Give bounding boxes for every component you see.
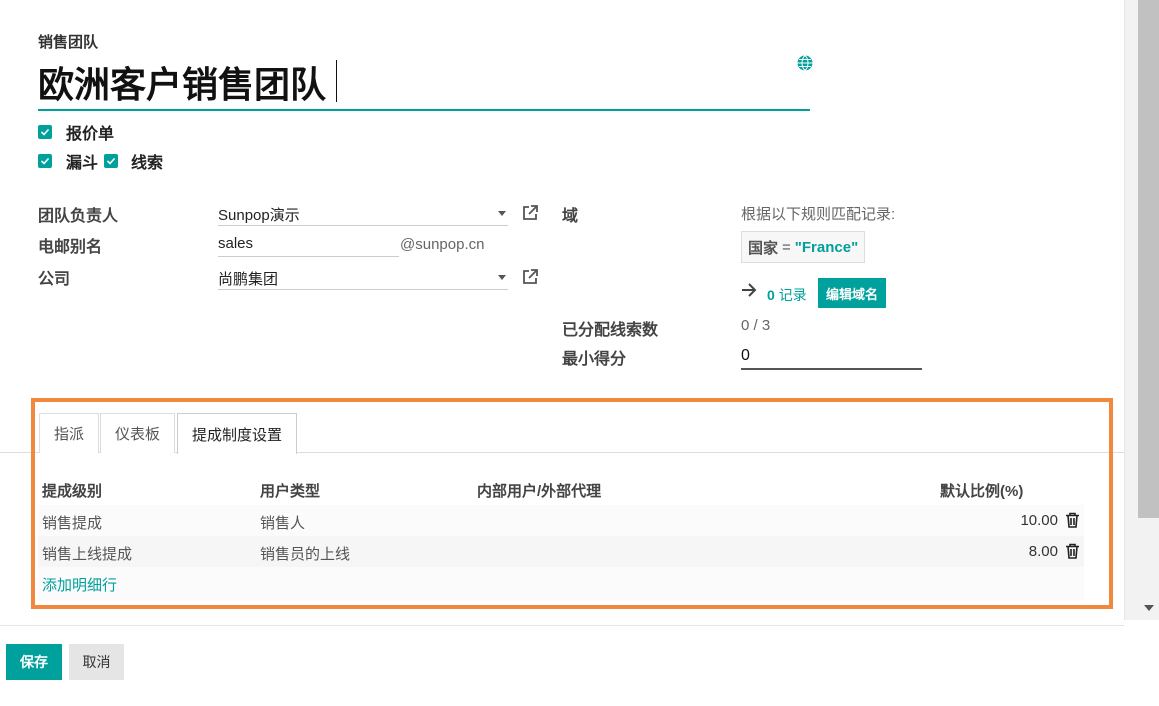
alias-domain: @sunpop.cn [400,236,485,253]
cell-ratio: 8.00 [1028,543,1058,560]
cancel-button[interactable]: 取消 [69,644,124,680]
tab-dashboard[interactable]: 仪表板 [100,413,176,453]
column-header-ratio[interactable]: 默认比例(%) [940,480,1023,501]
checkbox-row-pipeline: 漏斗 线索 [38,149,163,173]
assigned-leads-label: 已分配线索数 [562,322,659,339]
trash-icon[interactable] [1065,543,1080,559]
domain-operator: = [782,238,791,256]
external-link-icon[interactable] [521,204,539,222]
domain-rule: 国家 = "France" [741,231,866,263]
leader-select[interactable]: Sunpop演示 [218,201,508,226]
check-icon [106,157,116,165]
save-button[interactable]: 保存 [6,644,62,680]
min-score-label: 最小得分 [562,351,627,368]
column-header-agent[interactable]: 内部用户/外部代理 [477,480,601,501]
domain-label: 域 [562,208,579,225]
quotations-checkbox[interactable] [38,125,52,139]
assigned-leads-value: 0 / 3 [741,317,771,334]
checkbox-row-quotations: 报价单 [38,120,114,144]
leader-label: 团队负责人 [38,208,119,225]
text-cursor [336,60,337,102]
cell-level: 销售上线提成 [42,546,133,563]
globe-icon[interactable] [797,55,813,71]
add-line-link[interactable]: 添加明细行 [42,574,117,595]
cell-user-type: 销售员的上线 [260,546,351,563]
records-label: 记录 [778,287,807,303]
domain-field: 国家 [748,239,779,257]
domain-rule-text: 根据以下规则匹配记录: [741,206,896,223]
check-icon [40,157,50,165]
table-row[interactable]: 销售提成 销售人 10.00 [38,505,1084,536]
alias-value: sales [218,235,254,252]
records-count: 0 [767,287,775,303]
scrollbar-thumb[interactable] [1138,0,1159,518]
cell-ratio: 10.00 [1020,512,1058,529]
leads-label: 线索 [131,155,164,172]
edit-domain-button[interactable]: 编辑域名 [818,278,887,308]
title-underline [38,109,810,111]
scroll-down-arrow[interactable] [1144,605,1154,611]
table-row[interactable]: 销售上线提成 销售员的上线 8.00 [38,536,1084,567]
company-select[interactable]: 尚鹏集团 [218,265,508,290]
chevron-down-icon [498,275,506,280]
table-row-add [38,567,1084,601]
check-icon [40,128,50,136]
pipeline-checkbox[interactable] [38,154,52,168]
tab-commission-settings[interactable]: 提成制度设置 [177,413,298,454]
column-header-user-type[interactable]: 用户类型 [260,480,320,501]
team-name-input[interactable]: 欧洲客户销售团队 [38,56,326,108]
arrow-right-icon [742,283,757,297]
min-score-input[interactable]: 0 [741,344,922,370]
quotations-label: 报价单 [66,126,115,143]
cell-user-type: 销售人 [260,515,306,532]
cell-level: 销售提成 [42,515,103,532]
tab-assignment[interactable]: 指派 [39,413,100,453]
column-header-level[interactable]: 提成级别 [42,480,102,501]
footer-divider [0,625,1124,626]
external-link-icon[interactable] [521,268,539,286]
company-value: 尚鹏集团 [218,271,279,288]
team-label: 销售团队 [38,34,99,51]
company-label: 公司 [38,271,71,288]
pipeline-label: 漏斗 [66,155,99,172]
alias-label: 电邮别名 [38,239,103,256]
records-link[interactable]: 0 记录 [767,285,807,305]
alias-input[interactable]: sales [218,232,399,257]
leader-value: Sunpop演示 [218,207,300,224]
domain-value: "France" [794,238,859,256]
trash-icon[interactable] [1065,512,1080,528]
chevron-down-icon [498,211,506,216]
leads-checkbox[interactable] [104,154,119,168]
